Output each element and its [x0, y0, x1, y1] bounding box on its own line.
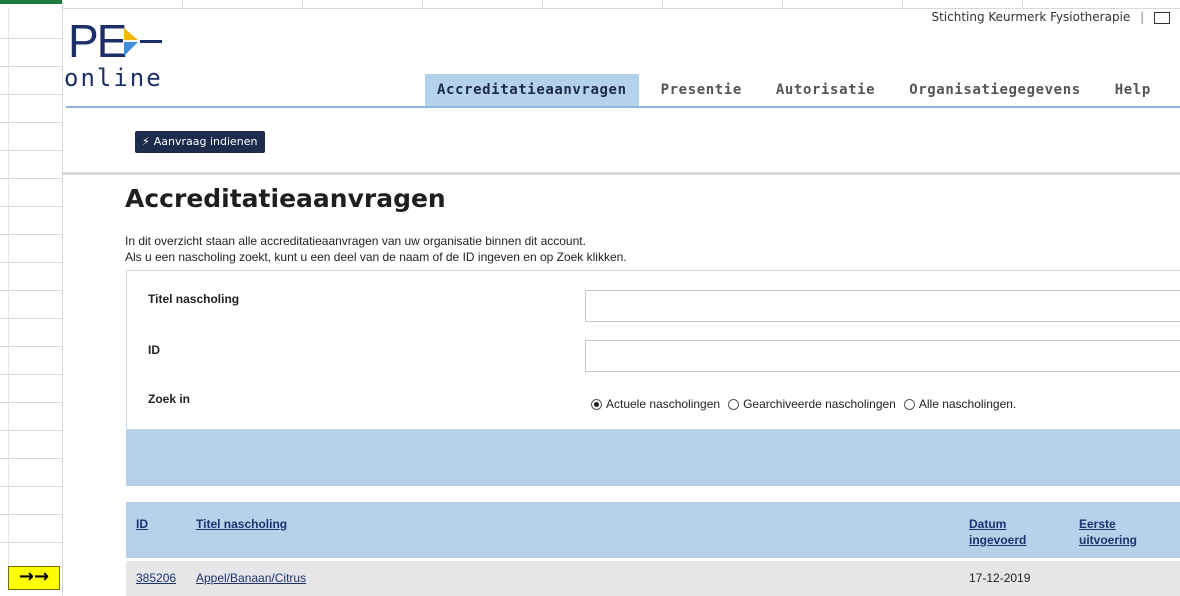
organization-name: Stichting Keurmerk Fysiotherapie	[931, 10, 1131, 24]
tab-presentie[interactable]: Presentie	[649, 74, 754, 106]
radio-current[interactable]: Actuele nascholingen	[591, 397, 720, 411]
column-divider	[1022, 0, 1023, 8]
column-divider	[782, 0, 783, 8]
row-divider	[0, 66, 62, 67]
mail-icon[interactable]	[1154, 11, 1170, 24]
row-divider	[0, 542, 62, 543]
column-divider	[542, 0, 543, 8]
row-divider	[0, 514, 62, 515]
pe-online-logo[interactable]: PE online	[64, 15, 174, 98]
id-field-label: ID	[148, 343, 160, 357]
row-divider	[0, 402, 62, 403]
submit-request-label: Aanvraag indienen	[153, 135, 258, 148]
intro-line: In dit overzicht staan alle accreditatie…	[125, 234, 586, 248]
radio-unchecked-icon	[903, 398, 915, 410]
row-divider	[0, 486, 62, 487]
radio-label: Alle nascholingen.	[918, 397, 1017, 411]
column-header-line: Eerste	[1079, 517, 1116, 531]
radio-archived[interactable]: Gearchiveerde nascholingen	[728, 397, 896, 411]
scope-radio-group: Actuele nascholingen Gearchiveerde nasch…	[591, 397, 1024, 411]
logo-text-online: online	[64, 64, 163, 92]
tab-organisatiegegevens[interactable]: Organisatiegegevens	[897, 74, 1093, 106]
column-divider	[422, 0, 423, 8]
row-divider	[0, 206, 62, 207]
selected-cell-indicator	[0, 0, 62, 4]
column-header-date[interactable]: Datum ingevoerd	[969, 516, 1026, 548]
row-divider	[0, 346, 62, 347]
row-divider	[0, 150, 62, 151]
row-divider	[0, 178, 62, 179]
intro-line: Als u een nascholing zoekt, kunt u een d…	[125, 250, 627, 264]
intro-text: In dit overzicht staan alle accreditatie…	[125, 233, 627, 265]
row-divider	[0, 430, 62, 431]
spreadsheet-column-header	[62, 0, 1180, 9]
row-divider	[0, 374, 62, 375]
cell-title[interactable]: Appel/Banaan/Citrus	[196, 571, 306, 585]
separator: |	[1140, 10, 1145, 24]
row-divider	[0, 458, 62, 459]
table-header: ID Titel nascholing Datum ingevoerd Eers…	[126, 502, 1180, 558]
cell-date: 17-12-2019	[969, 571, 1031, 585]
row-divider	[0, 122, 62, 123]
title-field-label: Titel nascholing	[148, 292, 240, 306]
organization-info: Stichting Keurmerk Fysiotherapie |	[931, 10, 1170, 24]
logo-text-pe: PE	[68, 15, 127, 67]
row-divider	[0, 318, 62, 319]
main-nav: Accreditatieaanvragen Presentie Autorisa…	[425, 74, 1173, 106]
title-search-input[interactable]	[585, 290, 1180, 322]
row-divider	[0, 290, 62, 291]
column-divider	[302, 0, 303, 8]
tab-autorisatie[interactable]: Autorisatie	[764, 74, 887, 106]
id-search-input[interactable]	[585, 340, 1180, 372]
spreadsheet-row-column	[0, 0, 63, 596]
column-header-title[interactable]: Titel nascholing	[196, 516, 287, 532]
column-header-id[interactable]: ID	[136, 516, 148, 532]
radio-unchecked-icon	[728, 398, 740, 410]
radio-all[interactable]: Alle nascholingen.	[903, 397, 1017, 411]
row-divider	[0, 38, 62, 39]
column-header-line: ingevoerd	[969, 533, 1027, 547]
column-divider	[182, 0, 183, 8]
page-title: Accreditatieaanvragen	[125, 184, 446, 213]
arrow-marker-cell[interactable]: →→	[8, 566, 60, 590]
tab-accreditatieaanvragen[interactable]: Accreditatieaanvragen	[425, 74, 639, 106]
table-row[interactable]: 385206 Appel/Banaan/Citrus 17-12-2019	[126, 561, 1180, 596]
cell-id[interactable]: 385206	[136, 571, 176, 585]
column-divider	[662, 0, 663, 8]
row-divider	[0, 94, 62, 95]
submit-request-button[interactable]: ⚡ Aanvraag indienen	[135, 131, 265, 153]
radio-label: Gearchiveerde nascholingen	[743, 397, 896, 411]
column-header-line: Datum	[969, 517, 1007, 531]
divider	[62, 172, 1180, 175]
lightning-icon: ⚡	[142, 135, 150, 148]
radio-checked-icon	[591, 398, 602, 410]
column-header-line: uitvoering	[1079, 533, 1138, 547]
scope-field-label: Zoek in	[148, 392, 191, 406]
nav-underline	[66, 106, 1180, 108]
column-divider	[902, 0, 903, 8]
tab-help[interactable]: Help	[1103, 74, 1163, 106]
logo-arrow-icon	[124, 28, 162, 56]
row-divider	[0, 262, 62, 263]
search-panel-footer	[126, 430, 1180, 486]
radio-label: Actuele nascholingen	[606, 397, 721, 411]
column-header-first-execution[interactable]: Eerste uitvoering	[1079, 516, 1137, 548]
row-divider	[0, 234, 62, 235]
column-divider	[8, 8, 9, 568]
